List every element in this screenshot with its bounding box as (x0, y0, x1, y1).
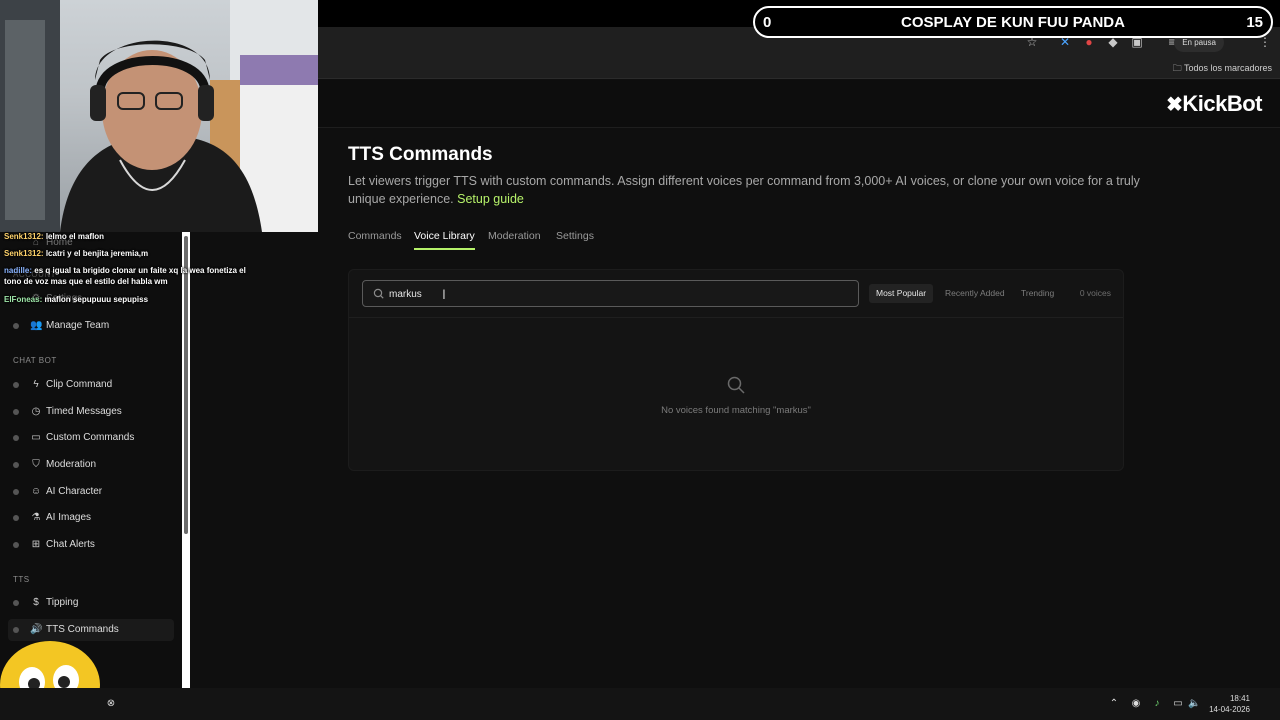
sidebar-item-label: Moderation (46, 459, 97, 470)
sidebar-item-ai-character[interactable]: ☺ AI Character (8, 481, 174, 503)
gift-icon: ⊞ (31, 539, 41, 550)
nav-dot (13, 435, 19, 441)
text-cursor-icon: I (442, 286, 446, 302)
page-title: TTS Commands (348, 144, 493, 165)
nav-dot (13, 409, 19, 415)
lightning-icon: ϟ (33, 379, 39, 390)
chevron-up-icon[interactable]: ⌃ (1108, 698, 1120, 710)
sidebar-item-label: Clip Command (46, 379, 113, 390)
filter-trending[interactable]: Trending (1014, 284, 1061, 303)
chat-message-continuation: tono de voz mas que el estilo del habla … (4, 276, 304, 287)
nav-dot (13, 489, 19, 495)
taskbar: ⊗ ⌃ ◉ ♪ ▭ 🔈 18:41 14-04-2026 (0, 688, 1280, 720)
sidebar-item-label: Chat Alerts (46, 539, 95, 550)
setup-guide-link[interactable]: Setup guide (457, 192, 524, 206)
sidebar-item-label: Tipping (46, 597, 79, 608)
nav-dot (13, 515, 19, 521)
voice-library-panel: I Most Popular Recently Added Trending 0… (348, 269, 1124, 471)
tab-voice-library[interactable]: Voice Library (414, 230, 475, 250)
chat-text: lcatri y el benjita jeremia,m (45, 249, 149, 258)
tab-moderation[interactable]: Moderation (488, 230, 541, 248)
sidebar-item-custom-commands[interactable]: ▭ Custom Commands (8, 427, 174, 449)
panel-divider (349, 317, 1123, 318)
sidebar-item-tipping[interactable]: $ Tipping (8, 592, 174, 614)
search-icon (373, 288, 384, 299)
chat-username: ElFoneas: (4, 295, 43, 304)
flask-icon: ⚗ (31, 512, 41, 523)
logo-mark-icon: ✖ (1166, 94, 1183, 116)
bookmarks-folder-label: Todos los marcadores (1183, 63, 1272, 73)
sidebar-item-label: Custom Commands (46, 432, 135, 443)
overlay-banner: 0 COSPLAY DE KUN FUU PANDA 15 (753, 6, 1273, 38)
tab-settings[interactable]: Settings (556, 230, 594, 248)
nav-dot (13, 323, 19, 329)
webcam-image (0, 0, 318, 232)
nav-dot (13, 382, 19, 388)
voice-search-input[interactable] (389, 285, 849, 303)
clock-time[interactable]: 18:41 (1230, 694, 1250, 703)
main-content: TTS Commands Let viewers trigger TTS wit… (318, 128, 1280, 688)
folder-icon: 🗀 (1172, 63, 1184, 73)
banner-right-counter: 15 (1246, 14, 1263, 31)
empty-search-icon (727, 376, 745, 394)
team-icon: 👥 (30, 320, 43, 331)
kickbot-logo[interactable]: ✖KickBot (1166, 91, 1262, 117)
sidebar-item-chat-alerts[interactable]: ⊞ Chat Alerts (8, 534, 174, 556)
stream-chat-overlay: Senk1312: lelmo el maflon Senk1312: lcat… (4, 231, 304, 305)
timer-icon: ◷ (31, 406, 41, 417)
volume-icon[interactable]: 🔈 (1188, 698, 1200, 710)
nav-dot (13, 462, 19, 468)
chat-username: nadille: (4, 266, 33, 275)
voice-count: 0 voices (1079, 288, 1111, 298)
sidebar-item-moderation[interactable]: ⛉ Moderation (8, 454, 174, 476)
dollar-icon: $ (33, 597, 39, 608)
bookmarks-folder[interactable]: 🗀 Todos los marcadores (1173, 61, 1272, 77)
nav-dot (13, 600, 19, 606)
app-header: ✖KickBot (318, 80, 1280, 128)
chat-message: nadille: es q igual ta brigido clonar un… (4, 265, 304, 276)
chat-message: Senk1312: lcatri y el benjita jeremia,m (4, 248, 304, 259)
sidebar-item-ai-images[interactable]: ⚗ AI Images (8, 507, 174, 529)
sidebar-item-clip-command[interactable]: ϟ Clip Command (8, 374, 174, 396)
display-icon[interactable]: ▭ (1172, 698, 1184, 710)
chat-text: tono de voz mas que el estilo del habla … (4, 277, 168, 286)
sidebar-item-label: AI Character (46, 486, 103, 497)
sidebar-item-label: AI Images (46, 512, 92, 523)
terminal-icon: ▭ (31, 432, 41, 443)
chat-username: Senk1312: (4, 249, 44, 258)
sidebar-item-manage-team[interactable]: 👥 Manage Team (8, 315, 174, 337)
filter-recently-added[interactable]: Recently Added (938, 284, 1012, 303)
microphone-icon[interactable]: ♪ (1151, 698, 1163, 710)
tab-commands[interactable]: Commands (348, 230, 402, 248)
voice-search-box[interactable]: I (362, 280, 859, 307)
sidebar-item-label: Manage Team (46, 320, 110, 331)
clock-date[interactable]: 14-04-2026 (1209, 705, 1250, 714)
chat-username: Senk1312: (4, 232, 44, 241)
robot-icon: ☺ (30, 486, 42, 497)
chat-text: es q igual ta brigido clonar un faite xq… (34, 266, 246, 275)
section-label-chat-bot: CHAT BOT (13, 356, 57, 365)
banner-title: COSPLAY DE KUN FUU PANDA (901, 14, 1125, 31)
chat-text: maflon sepupuuu sepupiss (44, 295, 149, 304)
sidebar-item-timed-messages[interactable]: ◷ Timed Messages (8, 401, 174, 423)
logo-text: KickBot (1182, 91, 1262, 116)
filter-most-popular[interactable]: Most Popular (869, 284, 934, 303)
discord-icon[interactable]: ◉ (1130, 698, 1142, 710)
nav-dot (13, 542, 19, 548)
bookmarks-bar: 🗀 Todos los marcadores (318, 57, 1280, 79)
empty-state-message: No voices found matching "markus" (661, 405, 811, 416)
chat-text: lelmo el maflon (45, 232, 105, 241)
windows-icon[interactable]: ⊗ (105, 698, 117, 710)
page-description: Let viewers trigger TTS with custom comm… (348, 172, 1148, 208)
webcam-overlay (0, 0, 318, 232)
chat-message: Senk1312: lelmo el maflon (4, 231, 304, 242)
shield-icon: ⛉ (32, 459, 40, 470)
chat-message: ElFoneas: maflon sepupuuu sepupiss (4, 294, 304, 305)
sidebar-item-label: Timed Messages (46, 406, 122, 417)
section-label-tts: TTS (13, 575, 30, 584)
